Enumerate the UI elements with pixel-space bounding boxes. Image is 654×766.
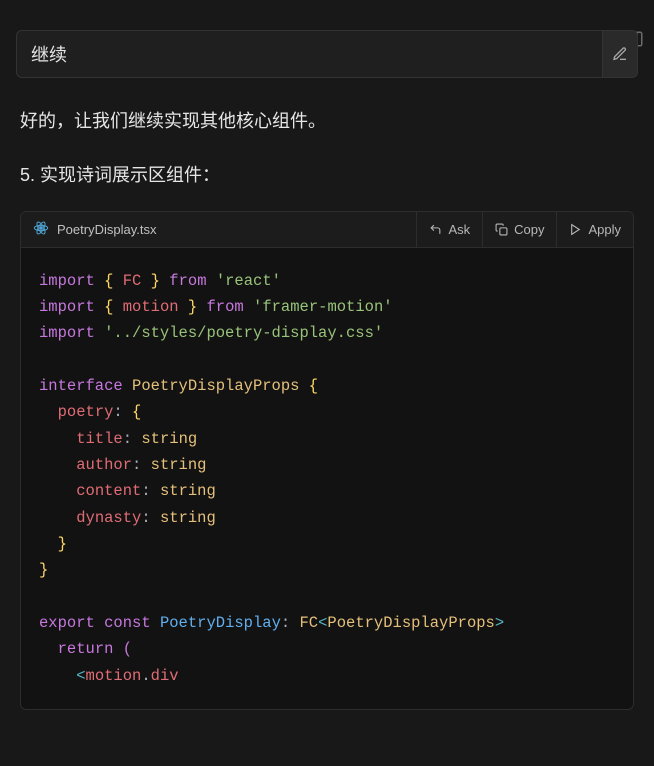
angle: >: [495, 614, 504, 632]
brace: }: [151, 272, 160, 290]
code-actions: Ask Copy Apply: [416, 212, 633, 247]
filename: PoetryDisplay.tsx: [57, 222, 156, 237]
prop-poetry: poetry: [58, 403, 114, 421]
brace: }: [39, 561, 48, 579]
ask-button[interactable]: Ask: [416, 212, 482, 247]
kw-return: return: [58, 640, 114, 658]
str-css: '../styles/poetry-display.css': [104, 324, 383, 342]
brace: {: [132, 403, 141, 421]
tag-motion: motion: [86, 667, 142, 685]
brace: }: [58, 535, 67, 553]
type-string: string: [151, 456, 207, 474]
kw-import: import: [39, 272, 95, 290]
type-string: string: [160, 509, 216, 527]
kw-from: from: [169, 272, 206, 290]
brace: {: [104, 272, 113, 290]
code-header: PoetryDisplay.tsx Ask Copy Apply: [21, 212, 633, 248]
id-motion: motion: [123, 298, 179, 316]
tag-div: div: [151, 667, 179, 685]
str-framer: 'framer-motion': [253, 298, 393, 316]
prop-content: content: [76, 482, 141, 500]
type-props: PoetryDisplayProps: [327, 614, 494, 632]
kw-const: const: [104, 614, 151, 632]
assistant-intro: 好的，让我们继续实现其他核心组件。: [20, 106, 634, 137]
apply-button[interactable]: Apply: [556, 212, 633, 247]
react-icon: [33, 220, 49, 239]
angle: <: [76, 667, 85, 685]
prop-author: author: [76, 456, 132, 474]
file-label: PoetryDisplay.tsx: [21, 220, 416, 239]
prop-title: title: [76, 430, 123, 448]
prop-dynasty: dynasty: [76, 509, 141, 527]
brace: {: [104, 298, 113, 316]
kw-export: export: [39, 614, 95, 632]
brace: {: [309, 377, 318, 395]
edit-button[interactable]: [602, 30, 638, 78]
type-string: string: [141, 430, 197, 448]
type-string: string: [160, 482, 216, 500]
code-block: PoetryDisplay.tsx Ask Copy Apply import …: [20, 211, 634, 711]
copy-label: Copy: [514, 222, 544, 237]
id-fc: FC: [123, 272, 142, 290]
step-label: 5. 实现诗词展示区组件：: [20, 161, 634, 187]
kw-import: import: [39, 324, 95, 342]
kw-interface: interface: [39, 377, 123, 395]
code-body[interactable]: import { FC } from 'react' import { moti…: [21, 248, 633, 710]
component-name: PoetryDisplay: [160, 614, 281, 632]
type-props: PoetryDisplayProps: [132, 377, 299, 395]
user-message-text: 继续: [31, 41, 67, 67]
apply-label: Apply: [588, 222, 621, 237]
str-react: 'react': [216, 272, 281, 290]
type-fc: FC: [300, 614, 319, 632]
brace: }: [188, 298, 197, 316]
paren: (: [123, 640, 132, 658]
dot: .: [141, 667, 150, 685]
user-message-box: 继续: [16, 30, 638, 78]
kw-import: import: [39, 298, 95, 316]
ask-label: Ask: [448, 222, 470, 237]
copy-button[interactable]: Copy: [482, 212, 556, 247]
kw-from: from: [207, 298, 244, 316]
